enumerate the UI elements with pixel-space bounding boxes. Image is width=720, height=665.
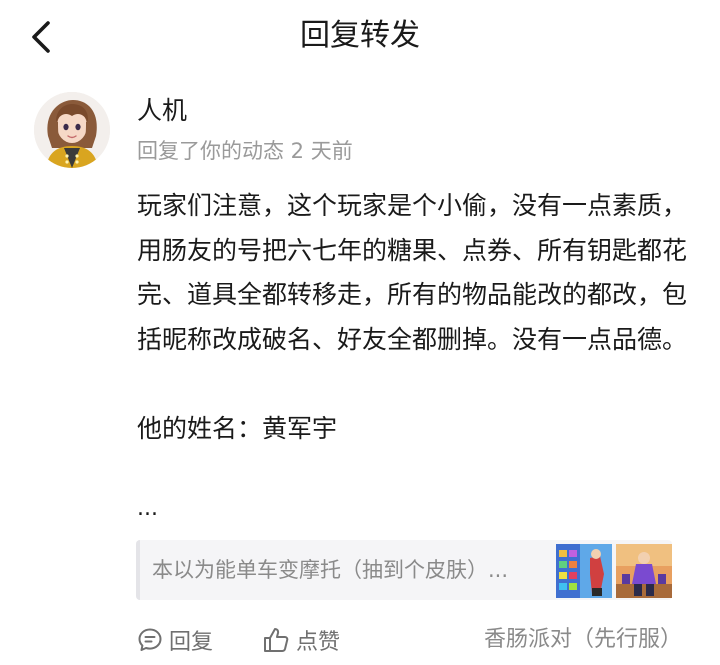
reply-label: 回复 xyxy=(169,630,214,655)
comment-icon xyxy=(138,628,162,651)
quote-accent-bar xyxy=(136,540,140,600)
author-name[interactable]: 人机 xyxy=(137,94,187,128)
page-title: 回复转发 xyxy=(300,18,420,53)
content-paragraph: 他的姓名：黄军宇 xyxy=(137,413,338,443)
post-content: 玩家们注意，这个玩家是个小偷，没有一点素质，用肠友的号把六七年的糖果、点券、所有… xyxy=(137,184,697,451)
like-label: 点赞 xyxy=(296,630,341,655)
reply-button[interactable]: 回复 xyxy=(137,620,213,660)
quoted-thumbnail[interactable] xyxy=(556,544,612,598)
content-ellipsis: ... xyxy=(137,496,158,521)
quoted-thumbnail[interactable] xyxy=(616,544,672,598)
content-paragraph: 玩家们注意，这个玩家是个小偷，没有一点素质，用肠友的号把六七年的糖果、点券、所有… xyxy=(137,191,688,354)
header: 回复转发 xyxy=(0,0,720,76)
page: 回复转发 人机 回复了你的动态 2 天前 玩家们注意，这个玩家是个小偷，没有一点… xyxy=(0,0,720,665)
quoted-post-text: 本以为能单车变摩托（抽到个皮肤）... xyxy=(152,558,509,582)
thumbs-up-icon xyxy=(264,628,289,652)
game-source-link[interactable]: 香肠派对（先行服） xyxy=(484,625,682,655)
avatar-portrait-icon xyxy=(34,92,110,168)
like-button[interactable]: 点赞 xyxy=(262,620,340,660)
action-bar: 回复 点赞 香肠派对（先行服） xyxy=(0,620,720,660)
game-screenshot-icon xyxy=(616,544,672,598)
avatar[interactable] xyxy=(34,92,110,168)
reply-meta: 回复了你的动态 2 天前 xyxy=(137,139,353,163)
game-screenshot-icon xyxy=(556,544,612,598)
quoted-post[interactable]: 本以为能单车变摩托（抽到个皮肤）... xyxy=(136,540,672,600)
